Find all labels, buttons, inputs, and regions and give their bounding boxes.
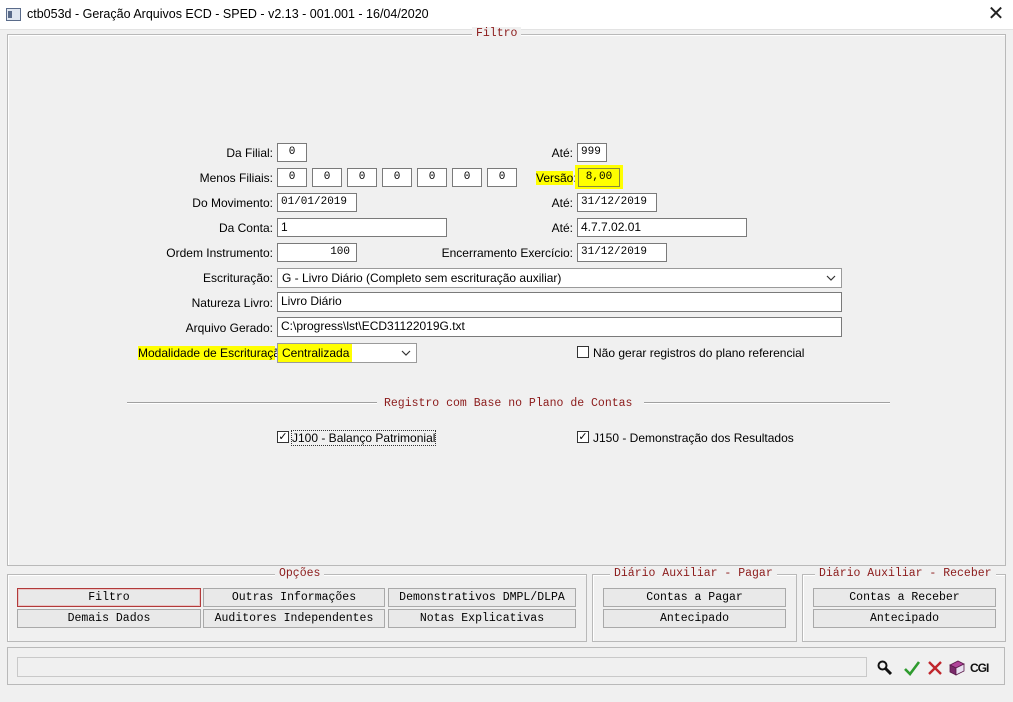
arquivo-gerado-label: Arquivo Gerado: — [185, 321, 273, 335]
da-conta-label: Da Conta: — [218, 221, 273, 235]
status-message — [17, 657, 867, 677]
ate-conta-label: Até: — [551, 221, 573, 235]
escrituracao-value: G - Livro Diário (Completo sem escritura… — [282, 271, 562, 285]
opcoes-legend: Opções — [275, 567, 325, 580]
opcoes-group — [7, 574, 587, 642]
do-movimento-label: Do Movimento: — [192, 196, 273, 210]
ate-filial-input[interactable]: 999 — [577, 143, 607, 162]
contas-a-pagar-button[interactable]: Contas a Pagar — [603, 588, 786, 607]
demais-dados-button[interactable]: Demais Dados — [17, 609, 201, 628]
j150-checkbox[interactable]: ✓ — [577, 431, 589, 443]
help-book-icon[interactable] — [948, 659, 966, 677]
modalidade-value: Centralizada — [282, 346, 350, 360]
close-icon: ✕ — [987, 3, 1005, 25]
j100-label: J100 - Balanço Patrimonial — [290, 430, 437, 446]
nao-gerar-checkbox[interactable] — [577, 346, 589, 358]
window-title: ctb053d - Geração Arquivos ECD - SPED - … — [27, 7, 429, 21]
escrituracao-label: Escrituração: — [202, 271, 273, 285]
encerramento-exercicio-input[interactable]: 31/12/2019 — [577, 243, 667, 262]
antecipado-receber-button[interactable]: Antecipado — [813, 609, 996, 628]
j150-label: J150 - Demonstração dos Resultados — [593, 431, 794, 445]
diario-pagar-legend: Diário Auxiliar - Pagar — [610, 567, 777, 580]
ordem-instrumento-label: Ordem Instrumento: — [166, 246, 273, 260]
diario-receber-legend: Diário Auxiliar - Receber — [815, 567, 996, 580]
chevron-down-icon — [826, 275, 836, 281]
registro-divider-left — [127, 402, 377, 404]
menos-filial-input-7[interactable]: 0 — [487, 168, 517, 187]
title-bar: ctb053d - Geração Arquivos ECD - SPED - … — [0, 0, 1013, 30]
check-icon: ✓ — [278, 431, 288, 443]
encerramento-exercicio-label: Encerramento Exercício: — [441, 246, 573, 260]
ordem-instrumento-input[interactable]: 100 — [277, 243, 357, 262]
menos-filial-input-5[interactable]: 0 — [417, 168, 447, 187]
versao-label: Versão: — [536, 171, 577, 185]
search-icon[interactable] — [876, 659, 894, 677]
chevron-down-icon — [401, 350, 411, 356]
close-button[interactable]: ✕ — [984, 3, 1008, 25]
registro-legend: Registro com Base no Plano de Contas — [380, 397, 637, 410]
check-icon: ✓ — [578, 431, 588, 443]
outras-informacoes-button[interactable]: Outras Informações — [203, 588, 385, 607]
menos-filial-input-2[interactable]: 0 — [312, 168, 342, 187]
menos-filial-input-6[interactable]: 0 — [452, 168, 482, 187]
menos-filiais-label: Menos Filiais: — [199, 171, 273, 185]
cgi-logo: CGI — [970, 661, 989, 675]
modalidade-label: Modalidade de Escrituração: — [138, 346, 291, 360]
confirm-check-icon[interactable] — [903, 659, 921, 677]
registro-divider-right — [644, 402, 890, 404]
contas-a-receber-button[interactable]: Contas a Receber — [813, 588, 996, 607]
j100-checkbox[interactable]: ✓ — [277, 431, 289, 443]
ate-conta-input[interactable]: 4.7.7.02.01 — [577, 218, 747, 237]
ate-movimento-label: Até: — [551, 196, 573, 210]
natureza-livro-input[interactable]: Livro Diário — [277, 292, 842, 312]
ate-movimento-input[interactable]: 31/12/2019 — [577, 193, 657, 212]
natureza-livro-label: Natureza Livro: — [191, 296, 273, 310]
diario-receber-group — [802, 574, 1006, 642]
filtro-button[interactable]: Filtro — [17, 588, 201, 607]
arquivo-gerado-input[interactable]: C:\progress\lst\ECD31122019G.txt — [277, 317, 842, 337]
notas-explicativas-button[interactable]: Notas Explicativas — [388, 609, 576, 628]
demonstrativos-button[interactable]: Demonstrativos DMPL/DLPA — [388, 588, 576, 607]
da-conta-input[interactable]: 1 — [277, 218, 447, 237]
menos-filial-input-4[interactable]: 0 — [382, 168, 412, 187]
escrituracao-select[interactable]: G - Livro Diário (Completo sem escritura… — [277, 268, 842, 288]
menos-filial-input-1[interactable]: 0 — [277, 168, 307, 187]
diario-pagar-group — [592, 574, 797, 642]
da-filial-label: Da Filial: — [226, 146, 273, 160]
menos-filial-input-3[interactable]: 0 — [347, 168, 377, 187]
cancel-x-icon[interactable] — [926, 659, 944, 677]
do-movimento-input[interactable]: 01/01/2019 — [277, 193, 357, 212]
filtro-legend: Filtro — [472, 27, 522, 40]
nao-gerar-label: Não gerar registros do plano referencial — [593, 346, 805, 360]
versao-input[interactable]: 8,00 — [578, 168, 620, 187]
modalidade-select[interactable]: Centralizada — [277, 343, 417, 363]
app-icon — [6, 8, 21, 21]
ate-filial-label: Até: — [551, 146, 573, 160]
da-filial-input[interactable]: 0 — [277, 143, 307, 162]
auditores-button[interactable]: Auditores Independentes — [203, 609, 385, 628]
antecipado-pagar-button[interactable]: Antecipado — [603, 609, 786, 628]
